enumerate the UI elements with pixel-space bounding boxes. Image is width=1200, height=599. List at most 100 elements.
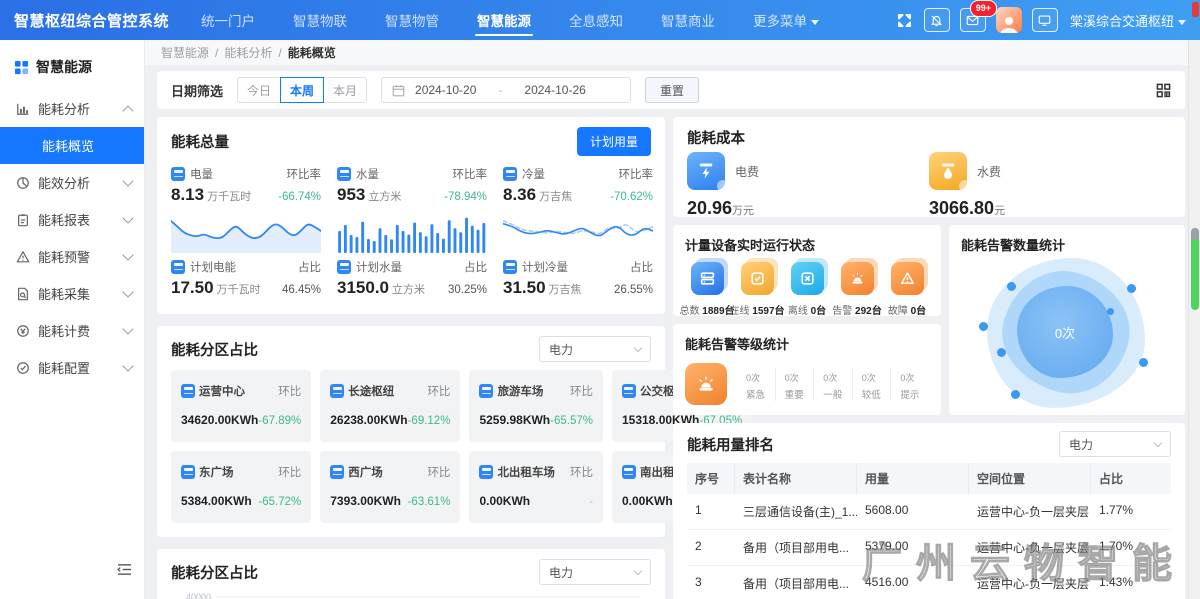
table-row[interactable]: 1三层通信设备(主)_1...5608.00运营中心-负一层夹层1.77%: [687, 494, 1171, 530]
zone-share-card: 能耗分区占比 电力 运营中心环比34620.00KWh-67.89% 长途枢纽环…: [157, 326, 665, 537]
top-menu-portal[interactable]: 统一门户: [199, 0, 257, 40]
meter-icon: [622, 465, 636, 479]
alarm-level-hint: 0次提示: [890, 368, 929, 401]
top-menu: 统一门户 智慧物联 智慧物管 智慧能源 全息感知 智慧商业 更多菜单: [199, 0, 896, 40]
top-menu-business[interactable]: 智慧商业: [659, 0, 717, 40]
date-filter-label: 日期筛选: [171, 81, 223, 100]
zone-tile-tourist-lot[interactable]: 旅游车场环比5259.98KWh-65.57%: [469, 370, 603, 442]
meter-icon: [181, 384, 195, 398]
meter-icon: [503, 167, 517, 181]
tab-this-month[interactable]: 本月: [323, 77, 367, 103]
table-row[interactable]: 3备用（项目部用电...4516.00运营中心-负一层夹层1.43%: [687, 566, 1171, 599]
device-online-icon: [741, 262, 774, 295]
zone-energy-type-select[interactable]: 电力: [539, 336, 651, 362]
sidebar-item-energy-analysis[interactable]: 能耗分析: [0, 90, 144, 127]
device-stat-online: 在线 1597台: [733, 262, 781, 317]
zone-tile-west-plaza[interactable]: 西广场环比7393.00KWh-63.61%: [320, 451, 460, 523]
page-scrollbar[interactable]: [1188, 40, 1200, 599]
ranking-energy-type-select[interactable]: 电力: [1059, 431, 1171, 457]
top-menu-more[interactable]: 更多菜单: [751, 0, 821, 40]
monitor-icon: [1038, 14, 1051, 27]
energy-cost-card: 能耗成本 电费 20.: [673, 117, 1185, 217]
ranking-table-header: 序号 表计名称 用量 空间位置 占比: [687, 463, 1171, 494]
zone-share-chart-card: 能耗分区占比 电力 400003000020000100000运营中心长途枢纽旅…: [157, 549, 665, 599]
sidebar-item-energy-collection[interactable]: 能耗采集: [0, 275, 144, 312]
zone-chart-energy-type-select[interactable]: 电力: [539, 559, 651, 585]
sidebar-item-energy-overview-active[interactable]: 能耗概览: [0, 127, 144, 164]
sidebar-item-energy-billing[interactable]: 能耗计费: [0, 312, 144, 349]
meter-icon: [622, 384, 636, 398]
breadcrumb-energy[interactable]: 智慧能源: [161, 44, 209, 61]
bell-slash-icon: [930, 14, 943, 27]
chevron-down-icon: [122, 249, 133, 260]
notification-mute-button[interactable]: [924, 8, 950, 32]
breadcrumb: 智慧能源/ 能耗分析/ 能耗概览: [145, 40, 1200, 65]
chevron-down-icon: [811, 20, 819, 25]
tab-today[interactable]: 今日: [237, 77, 281, 103]
messages-button[interactable]: 99+: [960, 8, 986, 32]
electricity-fee-icon: [687, 152, 725, 190]
table-row[interactable]: 2备用（项目部用电...5379.00运营中心-负一层夹层1.70%: [687, 530, 1171, 566]
device-fault-icon: [891, 262, 924, 295]
tab-this-week[interactable]: 本周: [280, 77, 324, 103]
sidebar-collapse-button[interactable]: [117, 563, 132, 581]
recording-indicator: [1192, 2, 1199, 17]
device-offline-icon: [791, 262, 824, 295]
chevron-down-icon: [122, 360, 133, 371]
meter-icon: [337, 167, 351, 181]
top-menu-property[interactable]: 智慧物管: [383, 0, 441, 40]
cost-water: 水费 3066.80元: [929, 152, 1171, 219]
fullscreen-icon[interactable]: [896, 11, 914, 29]
meter-icon: [479, 384, 493, 398]
date-start: 2024-10-20: [415, 83, 476, 97]
organization-switcher[interactable]: 棠溪综合交通枢纽: [1070, 11, 1186, 30]
sidebar-item-energy-report[interactable]: 能耗报表: [0, 201, 144, 238]
sidebar-item-energy-warning[interactable]: 能耗预警: [0, 238, 144, 275]
file-search-icon: [16, 287, 30, 301]
device-status-card: 计量设备实时运行状态 总数 1889台 在线 1597台: [673, 225, 941, 316]
metric-cooling: 冷量环比率 8.36万吉焦-70.62% 计划冷量占比 31.50万吉焦26.5…: [503, 166, 653, 302]
alarm-count-card: 能耗告警数量统计 0次: [949, 225, 1185, 415]
sidebar-item-efficiency-analysis[interactable]: 能效分析: [0, 164, 144, 201]
layout-toggle-button[interactable]: [1156, 83, 1171, 98]
water-ratio: -78.94%: [444, 191, 487, 203]
sidebar-item-energy-config[interactable]: 能耗配置: [0, 349, 144, 386]
energy-ranking-card: 能耗用量排名 电力 序号 表计名称 用量 空间位置 占比: [673, 423, 1185, 599]
scrollbar-thumb[interactable]: [1191, 228, 1199, 310]
message-count-badge: 99+: [970, 0, 997, 17]
zone-tile-operations-center[interactable]: 运营中心环比34620.00KWh-67.89%: [171, 370, 311, 442]
collapse-menu-icon: [117, 563, 132, 576]
topbar-actions: 99+ 棠溪综合交通枢纽: [896, 7, 1186, 33]
metric-water: 水量环比率 953立方米-78.94% 计划水量占比 3150.0立方米30.2…: [337, 166, 487, 302]
chevron-up-icon: [122, 105, 133, 116]
app-title: 智慧枢纽综合管控系统: [14, 10, 169, 31]
chevron-down-icon: [634, 567, 642, 575]
date-range-picker[interactable]: 2024-10-20 - 2024-10-26: [381, 77, 631, 103]
chevron-down-icon: [1154, 439, 1162, 447]
top-menu-holo[interactable]: 全息感知: [567, 0, 625, 40]
calendar-icon: [392, 84, 405, 97]
bar-chart-icon: [16, 102, 30, 116]
screen-button[interactable]: [1032, 8, 1058, 32]
warning-triangle-icon: [16, 250, 30, 264]
meter-icon: [181, 465, 195, 479]
svg-text:40000: 40000: [186, 592, 211, 599]
top-menu-iot[interactable]: 智慧物联: [291, 0, 349, 40]
energy-total-title: 能耗总量: [171, 131, 229, 152]
date-end: 2024-10-26: [524, 83, 585, 97]
layout-grid-icon: [1156, 83, 1171, 98]
energy-metrics: 电量环比率 8.13万千瓦时-66.74% 计划电能占比 17.50万千瓦时46…: [157, 162, 665, 314]
zone-tile-north-taxi[interactable]: 北出租车场环比0.00KWh-: [469, 451, 603, 523]
breadcrumb-analysis[interactable]: 能耗分析: [224, 44, 272, 61]
zone-tile-east-plaza[interactable]: 东广场环比5384.00KWh-65.72%: [171, 451, 311, 523]
reset-button[interactable]: 重置: [645, 77, 699, 103]
main-content: 智慧能源/ 能耗分析/ 能耗概览 日期筛选 今日 本周 本月 2024-10-2…: [145, 40, 1200, 599]
planned-usage-button[interactable]: 计划用量: [577, 127, 651, 156]
zone-tile-longdistance-hub[interactable]: 长途枢纽环比26238.00KWh-69.12%: [320, 370, 460, 442]
device-total-icon: [691, 262, 724, 295]
top-menu-energy[interactable]: 智慧能源: [475, 0, 533, 40]
user-avatar[interactable]: [996, 7, 1022, 33]
meter-icon: [479, 465, 493, 479]
chevron-down-icon: [122, 212, 133, 223]
alarm-count-value: 0次: [1055, 323, 1075, 342]
